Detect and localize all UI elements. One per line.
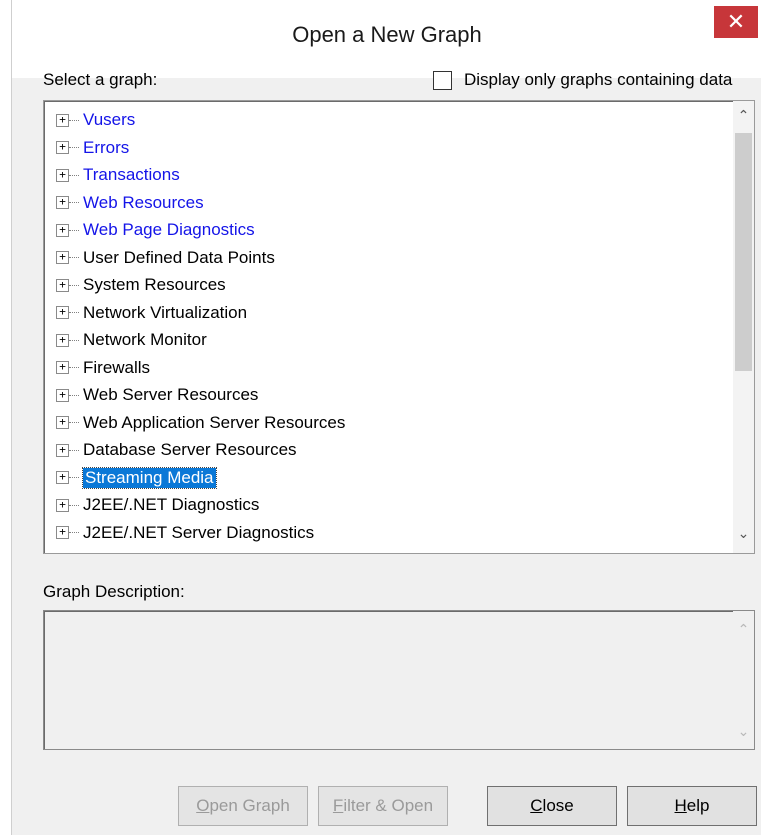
tree-scrollbar[interactable]: ⌃ ⌄: [733, 101, 754, 553]
tree-item-firewalls[interactable]: + Firewalls: [56, 356, 150, 380]
display-only-data-label[interactable]: Display only graphs containing data: [464, 70, 732, 90]
tree-item-user-defined-data-points[interactable]: + User Defined Data Points: [56, 246, 275, 270]
scroll-up-icon[interactable]: ⌃: [733, 107, 754, 124]
description-scrollbar: ⌃ ⌄: [733, 611, 754, 749]
scroll-up-icon: ⌃: [737, 621, 750, 637]
tree-item-vusers[interactable]: + Vusers: [56, 108, 135, 132]
expand-icon[interactable]: +: [56, 196, 69, 209]
tree-item-j2ee-net-server-diagnostics[interactable]: + J2EE/.NET Server Diagnostics: [56, 521, 314, 545]
graph-tree[interactable]: + Vusers + Errors + Transactions + Web Resou…: [43, 100, 755, 554]
expand-icon[interactable]: +: [56, 141, 69, 154]
expand-icon[interactable]: +: [56, 498, 69, 512]
dialog-title: Open a New Graph: [292, 22, 482, 47]
close-button[interactable]: Close: [487, 786, 617, 826]
display-only-data-option[interactable]: Display only graphs containing data: [433, 70, 732, 90]
tree-item-network-virtualization[interactable]: + Network Virtualization: [56, 301, 247, 325]
tree-item-database-server-resources[interactable]: + Database Server Resources: [56, 438, 297, 462]
graph-description-label: Graph Description:: [43, 582, 185, 601]
scroll-thumb[interactable]: [735, 133, 752, 371]
graph-description-box: ⌃ ⌄: [43, 610, 755, 750]
expand-icon[interactable]: +: [56, 223, 69, 237]
expand-icon[interactable]: +: [56, 251, 69, 264]
open-new-graph-dialog: Open a New Graph ✕ Select a graph: Displ…: [11, 0, 761, 835]
expand-icon[interactable]: +: [56, 333, 69, 347]
tree-item-errors[interactable]: + Errors: [56, 136, 129, 160]
expand-icon[interactable]: +: [56, 388, 69, 402]
expand-icon[interactable]: +: [56, 113, 69, 127]
expand-icon[interactable]: +: [56, 526, 69, 539]
tree-item-network-monitor[interactable]: + Network Monitor: [56, 328, 207, 352]
tree-item-web-application-server-resources[interactable]: + Web Application Server Resources: [56, 411, 345, 435]
select-graph-label: Select a graph:: [43, 70, 158, 89]
tree-item-transactions[interactable]: + Transactions: [56, 163, 180, 187]
expand-icon[interactable]: +: [56, 361, 69, 374]
expand-icon[interactable]: +: [56, 471, 69, 484]
tree-item-streaming-media[interactable]: + Streaming Media: [56, 466, 217, 490]
scroll-down-icon[interactable]: ⌄: [733, 525, 754, 542]
expand-icon[interactable]: +: [56, 443, 69, 457]
expand-icon[interactable]: +: [56, 168, 69, 182]
tree-item-system-resources[interactable]: + System Resources: [56, 273, 226, 297]
close-window-icon[interactable]: ✕: [714, 6, 758, 38]
help-button[interactable]: Help: [627, 786, 757, 826]
tree-item-web-resources[interactable]: + Web Resources: [56, 191, 204, 215]
expand-icon[interactable]: +: [56, 306, 69, 319]
tree-item-web-server-resources[interactable]: + Web Server Resources: [56, 383, 258, 407]
tree-item-web-page-diagnostics[interactable]: + Web Page Diagnostics: [56, 218, 255, 242]
tree-item-j2ee-net-diagnostics[interactable]: + J2EE/.NET Diagnostics: [56, 493, 259, 517]
open-graph-button[interactable]: Open Graph: [178, 786, 308, 826]
expand-icon[interactable]: +: [56, 278, 69, 292]
title-bar: Open a New Graph ✕: [12, 0, 761, 78]
display-only-data-checkbox[interactable]: [433, 70, 452, 90]
expand-icon[interactable]: +: [56, 416, 69, 429]
scroll-down-icon: ⌄: [737, 723, 750, 739]
filter-open-button[interactable]: Filter & Open: [318, 786, 448, 826]
